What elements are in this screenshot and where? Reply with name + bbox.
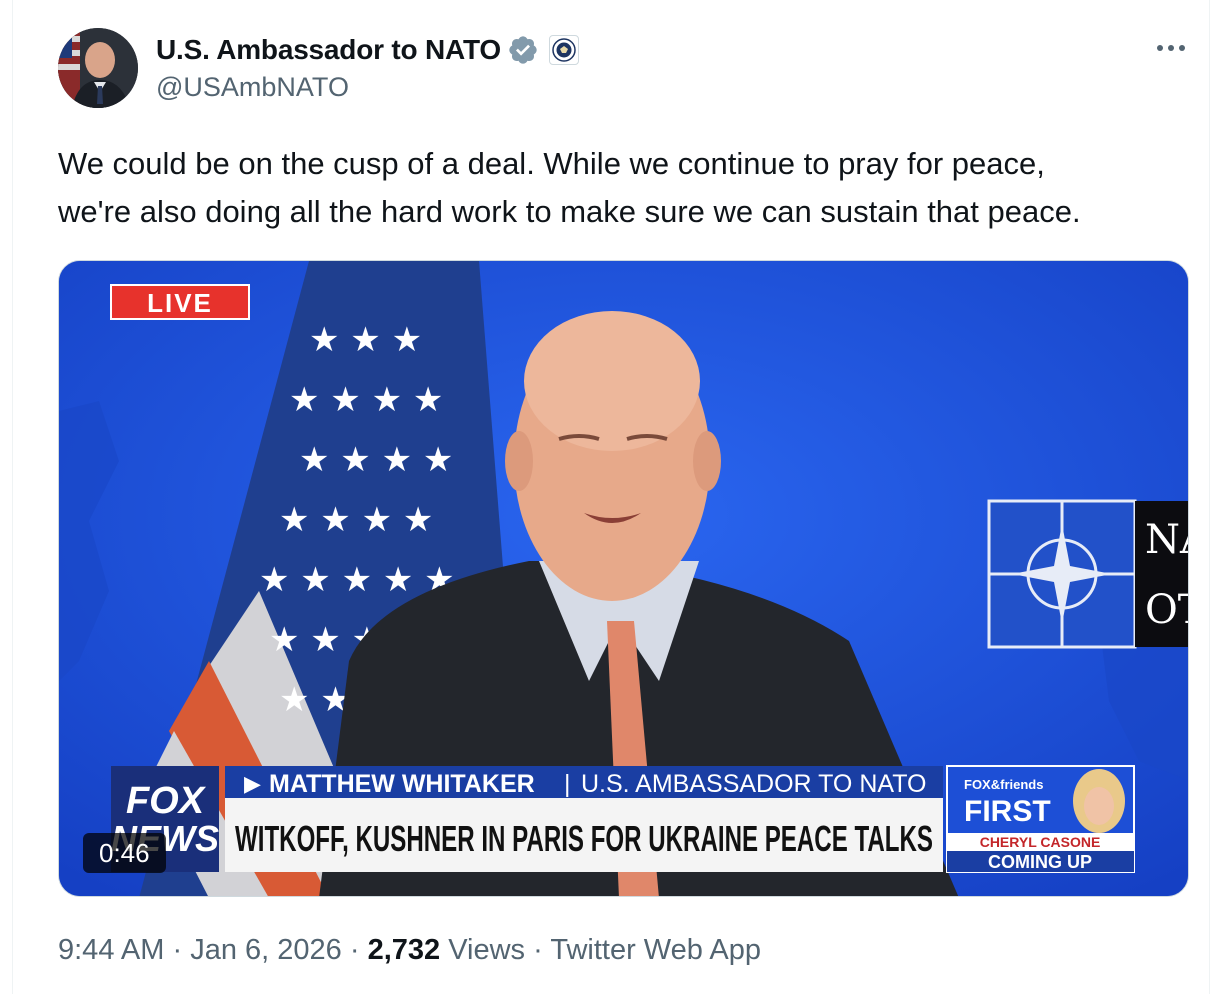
tweet-date[interactable]: Jan 6, 2026 (190, 934, 342, 966)
chyron-headline: WITKOFF, KUSHNER IN PARIS FOR UKRAINE PE… (235, 818, 933, 859)
tweet-time[interactable]: 9:44 AM (58, 934, 164, 966)
promo-host: CHERYL CASONE (980, 834, 1101, 850)
meta-separator: · (533, 934, 543, 966)
author-handle[interactable]: @USAmbNATO (156, 72, 349, 103)
tweet-text-line: we're also doing all the hard work to ma… (58, 194, 1081, 229)
svg-text:★ ★ ★: ★ ★ ★ (309, 320, 422, 360)
tweet-card: U.S. Ambassador to NATO @USAmbNATO We co… (12, 0, 1210, 994)
chyron-name: MATTHEW WHITAKER (269, 770, 535, 798)
nato-sign: NA OT (987, 499, 1189, 649)
more-options-icon[interactable] (1153, 30, 1189, 66)
video-frame: ★ ★ ★ ★ ★ ★ ★ ★ ★ ★ ★ ★ ★ ★ ★ ★ ★ ★ ★ ★ … (59, 261, 1189, 896)
tweet-text-line: We could be on the cusp of a deal. While… (58, 146, 1045, 181)
verified-badge-icon[interactable] (507, 34, 539, 66)
svg-text:★ ★ ★ ★: ★ ★ ★ ★ (289, 380, 443, 420)
promo-status: COMING UP (988, 852, 1092, 872)
author-name-row: U.S. Ambassador to NATO (156, 30, 579, 70)
state-department-seal-icon[interactable] (548, 35, 579, 65)
promo-show: FIRST (964, 795, 1051, 828)
tweet-text: We could be on the cusp of a deal. While… (58, 140, 1198, 236)
svg-text:★ ★ ★ ★: ★ ★ ★ ★ (279, 500, 433, 540)
views-label: Views (448, 934, 526, 966)
svg-text:▶: ▶ (244, 772, 261, 797)
tweet-meta: 9:44 AM · Jan 6, 2026 · 2,732 Views · Tw… (58, 934, 761, 967)
fox-logo-text: FOX (126, 780, 207, 822)
live-badge: LIVE (110, 284, 250, 320)
views-count: 2,732 (367, 934, 441, 966)
video-player[interactable]: ★ ★ ★ ★ ★ ★ ★ ★ ★ ★ ★ ★ ★ ★ ★ ★ ★ ★ ★ ★ … (58, 260, 1189, 897)
meta-separator: · (349, 934, 360, 966)
tweet-source[interactable]: Twitter Web App (550, 934, 761, 966)
video-duration-badge: 0:46 (83, 833, 166, 873)
svg-text:|: | (564, 770, 571, 798)
chyron-title: U.S. AMBASSADOR TO NATO (581, 770, 926, 798)
live-label: LIVE (147, 288, 213, 318)
svg-text:★ ★ ★ ★: ★ ★ ★ ★ (299, 440, 453, 480)
avatar[interactable] (58, 28, 138, 108)
promo-brand: FOX&friends (964, 777, 1043, 792)
nato-sign-text: NA (1145, 517, 1189, 563)
nato-sign-text: OT (1145, 587, 1189, 633)
meta-separator: · (172, 934, 183, 966)
news-chyron: FOX NEWS ▶ MATTHEW WHITAKER | U.S. AMBAS… (111, 765, 1135, 873)
author-display-name[interactable]: U.S. Ambassador to NATO (156, 34, 501, 66)
